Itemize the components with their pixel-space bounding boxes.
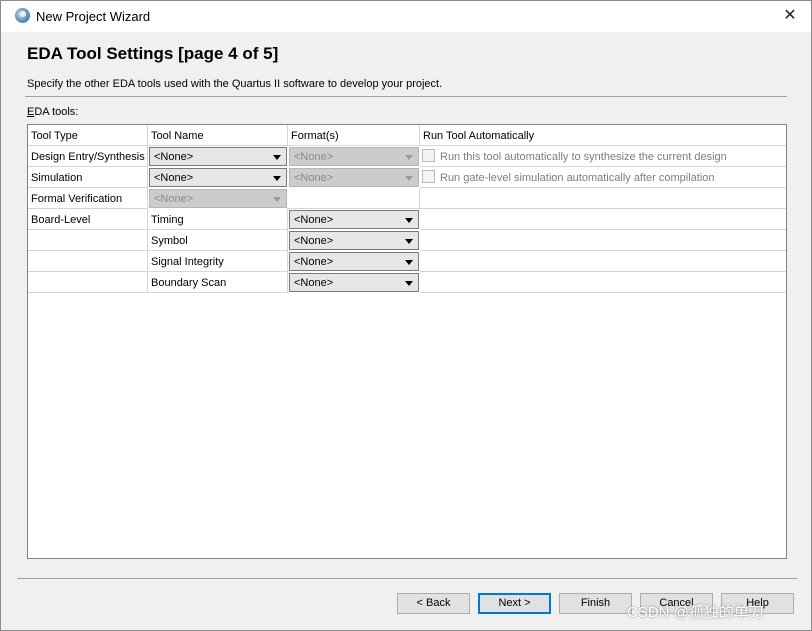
format-cell-empty <box>288 188 420 209</box>
format-dropdown-timing[interactable]: <None> <box>289 210 419 229</box>
chevron-down-icon <box>405 218 413 223</box>
run-auto-cell <box>420 272 786 293</box>
dropdown-value: <None> <box>154 151 194 163</box>
table-row: Design Entry/Synthesis <box>28 146 148 167</box>
format-dropdown-simulation: <None> <box>289 168 419 187</box>
format-dropdown-symbol[interactable]: <None> <box>289 231 419 250</box>
close-icon[interactable]: ✕ <box>781 6 799 26</box>
dropdown-value: <None> <box>294 172 334 184</box>
dropdown-value: <None> <box>294 151 334 163</box>
page-title: EDA Tool Settings [page 4 of 5] <box>27 44 279 63</box>
checkbox-box <box>422 149 435 162</box>
run-synthesis-checkbox[interactable]: Run this tool automatically to synthesiz… <box>422 149 727 163</box>
run-simulation-checkbox[interactable]: Run gate-level simulation automatically … <box>422 170 715 184</box>
format-dropdown-design-entry: <None> <box>289 147 419 166</box>
board-tool-boundary-scan: Boundary Scan <box>151 277 227 289</box>
eda-tools-label-text: DA tools: <box>34 106 79 118</box>
tool-type-board-level: Board-Level <box>31 214 91 226</box>
board-tool-symbol: Symbol <box>151 235 188 247</box>
tool-name-dropdown-formal-verification: <None> <box>149 189 287 208</box>
format-dropdown-signal-integrity[interactable]: <None> <box>289 252 419 271</box>
wizard-window: New Project Wizard ✕ EDA Tool Settings [… <box>0 0 812 631</box>
back-button[interactable]: < Back <box>397 593 470 614</box>
col-header-tool-name-text: Tool Name <box>151 130 204 142</box>
tool-type-formal-verification: Formal Verification <box>31 193 123 205</box>
col-header-run-auto: Run Tool Automatically <box>420 125 786 146</box>
col-header-tool-type: Tool Type <box>28 125 148 146</box>
chevron-down-icon <box>273 197 281 202</box>
csdn-watermark: CSDN @孤独的单刀 <box>627 604 764 621</box>
window-title: New Project Wizard <box>36 9 151 24</box>
dropdown-value: <None> <box>294 214 334 226</box>
col-header-run-auto-text: Run Tool Automatically <box>423 130 535 142</box>
table-row <box>28 251 148 272</box>
checkbox-label: Run this tool automatically to synthesiz… <box>440 151 727 163</box>
chevron-down-icon <box>405 281 413 286</box>
board-tool-signal-integrity: Signal Integrity <box>151 256 224 268</box>
quartus-app-icon <box>15 8 30 23</box>
board-tool-cell: Signal Integrity <box>148 251 288 272</box>
dropdown-value: <None> <box>154 172 194 184</box>
chevron-down-icon <box>405 155 413 160</box>
page-description: Specify the other EDA tools used with th… <box>27 78 443 90</box>
chevron-down-icon <box>405 239 413 244</box>
header-divider <box>25 96 787 97</box>
chevron-down-icon <box>405 260 413 265</box>
run-auto-cell <box>420 251 786 272</box>
tool-type-simulation: Simulation <box>31 172 83 184</box>
board-tool-cell: Symbol <box>148 230 288 251</box>
checkbox-label: Run gate-level simulation automatically … <box>440 172 715 184</box>
format-dropdown-boundary-scan[interactable]: <None> <box>289 273 419 292</box>
col-header-tool-name: Tool Name <box>148 125 288 146</box>
eda-tools-table: Tool Type Tool Name Format(s) Run Tool A… <box>27 124 787 559</box>
run-auto-cell <box>420 209 786 230</box>
run-auto-cell: Run gate-level simulation automatically … <box>420 167 786 188</box>
tool-name-dropdown-design-entry[interactable]: <None> <box>149 147 287 166</box>
next-button[interactable]: Next > <box>478 593 551 614</box>
checkbox-box <box>422 170 435 183</box>
chevron-down-icon <box>273 155 281 160</box>
dropdown-value: <None> <box>154 193 194 205</box>
dropdown-value: <None> <box>294 256 334 268</box>
title-bar: New Project Wizard ✕ <box>1 1 811 32</box>
tool-name-dropdown-simulation[interactable]: <None> <box>149 168 287 187</box>
chevron-down-icon <box>273 176 281 181</box>
table-row: Formal Verification <box>28 188 148 209</box>
dropdown-value: <None> <box>294 277 334 289</box>
col-header-formats: Format(s) <box>288 125 420 146</box>
board-tool-cell: Boundary Scan <box>148 272 288 293</box>
col-header-formats-text: Format(s) <box>291 130 339 142</box>
table-row <box>28 230 148 251</box>
col-header-tool-type-text: Tool Type <box>31 130 78 142</box>
board-tool-cell: Timing <box>148 209 288 230</box>
run-auto-cell: Run this tool automatically to synthesiz… <box>420 146 786 167</box>
footer-divider <box>17 578 797 579</box>
board-tool-timing: Timing <box>151 214 184 226</box>
dropdown-value: <None> <box>294 235 334 247</box>
chevron-down-icon <box>405 176 413 181</box>
run-auto-cell <box>420 188 786 209</box>
eda-tools-label: EDA tools: <box>27 106 78 118</box>
run-auto-cell <box>420 230 786 251</box>
tool-type-design-entry: Design Entry/Synthesis <box>31 151 145 163</box>
table-row <box>28 272 148 293</box>
finish-button[interactable]: Finish <box>559 593 632 614</box>
table-row: Board-Level <box>28 209 148 230</box>
table-row: Simulation <box>28 167 148 188</box>
